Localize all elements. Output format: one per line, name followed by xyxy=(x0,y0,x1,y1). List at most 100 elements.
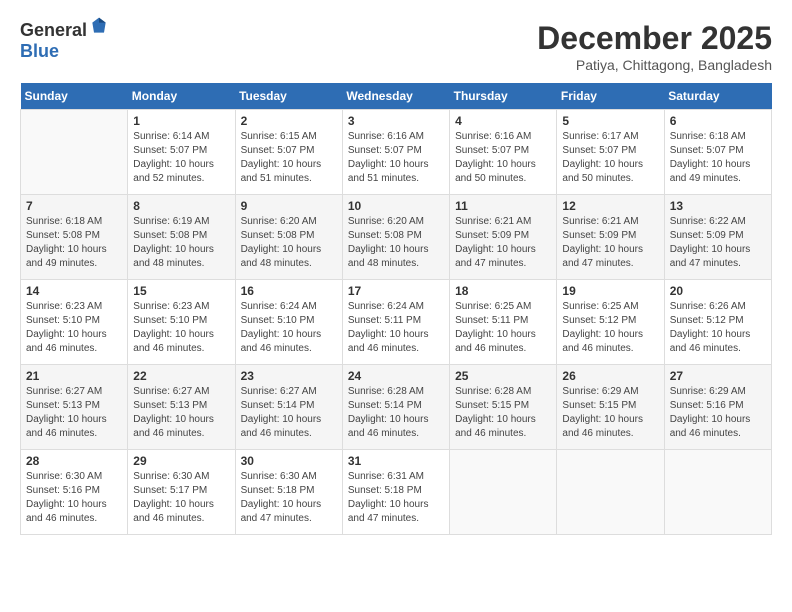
calendar-cell: 6 Sunrise: 6:18 AMSunset: 5:07 PMDaylight… xyxy=(664,110,771,195)
day-info: Sunrise: 6:25 AMSunset: 5:12 PMDaylight:… xyxy=(562,300,658,356)
calendar-cell: 18 Sunrise: 6:25 AMSunset: 5:11 PMDayligh… xyxy=(450,280,557,365)
day-header-monday: Monday xyxy=(128,83,235,110)
week-row-2: 7 Sunrise: 6:18 AMSunset: 5:08 PMDaylight… xyxy=(21,195,772,280)
day-header-sunday: Sunday xyxy=(21,83,128,110)
logo-icon xyxy=(89,16,109,36)
calendar-cell: 28 Sunrise: 6:30 AMSunset: 5:16 PMDayligh… xyxy=(21,450,128,535)
calendar-cell: 3 Sunrise: 6:16 AMSunset: 5:07 PMDaylight… xyxy=(342,110,449,195)
calendar-cell: 8Sunrise: 6:19 AMSunset: 5:08 PMDaylight… xyxy=(128,195,235,280)
day-info: Sunrise: 6:24 AMSunset: 5:10 PMDaylight:… xyxy=(241,300,337,356)
header-row: SundayMondayTuesdayWednesdayThursdayFrid… xyxy=(21,83,772,110)
day-info: Sunrise: 6:21 AMSunset: 5:09 PMDaylight:… xyxy=(562,215,658,271)
logo: General Blue xyxy=(20,20,109,62)
month-title: December 2025 xyxy=(537,20,772,57)
day-info: Sunrise: 6:14 AMSunset: 5:07 PMDaylight:… xyxy=(133,130,229,186)
day-number: 20 xyxy=(670,284,766,298)
day-number: 30 xyxy=(241,454,337,468)
day-number: 22 xyxy=(133,369,229,383)
day-info: Sunrise: 6:30 AMSunset: 5:16 PMDaylight:… xyxy=(26,470,122,526)
day-number: 9 xyxy=(241,199,337,213)
header: General Blue December 2025 Patiya, Chitt… xyxy=(20,20,772,73)
title-section: December 2025 Patiya, Chittagong, Bangla… xyxy=(537,20,772,73)
day-info: Sunrise: 6:30 AMSunset: 5:18 PMDaylight:… xyxy=(241,470,337,526)
day-info: Sunrise: 6:27 AMSunset: 5:13 PMDaylight:… xyxy=(26,385,122,441)
day-info: Sunrise: 6:20 AMSunset: 5:08 PMDaylight:… xyxy=(241,215,337,271)
day-number: 18 xyxy=(455,284,551,298)
day-info: Sunrise: 6:31 AMSunset: 5:18 PMDaylight:… xyxy=(348,470,444,526)
day-number: 21 xyxy=(26,369,122,383)
calendar-cell: 29Sunrise: 6:30 AMSunset: 5:17 PMDayligh… xyxy=(128,450,235,535)
day-header-friday: Friday xyxy=(557,83,664,110)
day-info: Sunrise: 6:27 AMSunset: 5:13 PMDaylight:… xyxy=(133,385,229,441)
day-number: 17 xyxy=(348,284,444,298)
day-info: Sunrise: 6:24 AMSunset: 5:11 PMDaylight:… xyxy=(348,300,444,356)
day-info: Sunrise: 6:16 AMSunset: 5:07 PMDaylight:… xyxy=(348,130,444,186)
calendar-cell: 25Sunrise: 6:28 AMSunset: 5:15 PMDayligh… xyxy=(450,365,557,450)
day-info: Sunrise: 6:16 AMSunset: 5:07 PMDaylight:… xyxy=(455,130,551,186)
day-info: Sunrise: 6:30 AMSunset: 5:17 PMDaylight:… xyxy=(133,470,229,526)
day-number: 25 xyxy=(455,369,551,383)
week-row-5: 28 Sunrise: 6:30 AMSunset: 5:16 PMDayligh… xyxy=(21,450,772,535)
day-info: Sunrise: 6:21 AMSunset: 5:09 PMDaylight:… xyxy=(455,215,551,271)
location-subtitle: Patiya, Chittagong, Bangladesh xyxy=(537,57,772,73)
day-number: 6 xyxy=(670,114,766,128)
week-row-1: 1 Sunrise: 6:14 AMSunset: 5:07 PMDaylight… xyxy=(21,110,772,195)
day-info: Sunrise: 6:28 AMSunset: 5:14 PMDaylight:… xyxy=(348,385,444,441)
day-header-wednesday: Wednesday xyxy=(342,83,449,110)
day-info: Sunrise: 6:29 AMSunset: 5:16 PMDaylight:… xyxy=(670,385,766,441)
day-info: Sunrise: 6:18 AMSunset: 5:07 PMDaylight:… xyxy=(670,130,766,186)
day-number: 4 xyxy=(455,114,551,128)
calendar-cell: 23 Sunrise: 6:27 AMSunset: 5:14 PMDayligh… xyxy=(235,365,342,450)
logo-general: General xyxy=(20,20,87,40)
calendar-cell: 1 Sunrise: 6:14 AMSunset: 5:07 PMDaylight… xyxy=(128,110,235,195)
calendar-cell: 19Sunrise: 6:25 AMSunset: 5:12 PMDayligh… xyxy=(557,280,664,365)
day-number: 31 xyxy=(348,454,444,468)
day-number: 27 xyxy=(670,369,766,383)
day-number: 24 xyxy=(348,369,444,383)
calendar-cell: 14Sunrise: 6:23 AMSunset: 5:10 PMDayligh… xyxy=(21,280,128,365)
day-number: 1 xyxy=(133,114,229,128)
day-number: 10 xyxy=(348,199,444,213)
day-number: 7 xyxy=(26,199,122,213)
logo-text: General Blue xyxy=(20,20,109,62)
calendar-cell: 10Sunrise: 6:20 AMSunset: 5:08 PMDayligh… xyxy=(342,195,449,280)
calendar-cell xyxy=(664,450,771,535)
calendar-cell: 12Sunrise: 6:21 AMSunset: 5:09 PMDayligh… xyxy=(557,195,664,280)
calendar-cell: 31 Sunrise: 6:31 AMSunset: 5:18 PMDayligh… xyxy=(342,450,449,535)
calendar-cell: 21 Sunrise: 6:27 AMSunset: 5:13 PMDayligh… xyxy=(21,365,128,450)
calendar-cell xyxy=(21,110,128,195)
calendar-cell: 9 Sunrise: 6:20 AMSunset: 5:08 PMDaylight… xyxy=(235,195,342,280)
logo-blue: Blue xyxy=(20,41,59,61)
day-info: Sunrise: 6:27 AMSunset: 5:14 PMDaylight:… xyxy=(241,385,337,441)
day-info: Sunrise: 6:15 AMSunset: 5:07 PMDaylight:… xyxy=(241,130,337,186)
calendar-cell: 17 Sunrise: 6:24 AMSunset: 5:11 PMDayligh… xyxy=(342,280,449,365)
day-header-tuesday: Tuesday xyxy=(235,83,342,110)
calendar-cell: 13Sunrise: 6:22 AMSunset: 5:09 PMDayligh… xyxy=(664,195,771,280)
calendar-cell: 26Sunrise: 6:29 AMSunset: 5:15 PMDayligh… xyxy=(557,365,664,450)
calendar-cell xyxy=(557,450,664,535)
calendar-cell: 4 Sunrise: 6:16 AMSunset: 5:07 PMDaylight… xyxy=(450,110,557,195)
calendar-cell: 27 Sunrise: 6:29 AMSunset: 5:16 PMDayligh… xyxy=(664,365,771,450)
week-row-3: 14Sunrise: 6:23 AMSunset: 5:10 PMDayligh… xyxy=(21,280,772,365)
day-info: Sunrise: 6:26 AMSunset: 5:12 PMDaylight:… xyxy=(670,300,766,356)
day-info: Sunrise: 6:18 AMSunset: 5:08 PMDaylight:… xyxy=(26,215,122,271)
day-number: 13 xyxy=(670,199,766,213)
day-info: Sunrise: 6:17 AMSunset: 5:07 PMDaylight:… xyxy=(562,130,658,186)
day-info: Sunrise: 6:29 AMSunset: 5:15 PMDaylight:… xyxy=(562,385,658,441)
day-number: 8 xyxy=(133,199,229,213)
calendar-cell: 15Sunrise: 6:23 AMSunset: 5:10 PMDayligh… xyxy=(128,280,235,365)
calendar-cell: 7 Sunrise: 6:18 AMSunset: 5:08 PMDaylight… xyxy=(21,195,128,280)
day-header-saturday: Saturday xyxy=(664,83,771,110)
day-number: 16 xyxy=(241,284,337,298)
calendar-cell: 2Sunrise: 6:15 AMSunset: 5:07 PMDaylight… xyxy=(235,110,342,195)
day-number: 3 xyxy=(348,114,444,128)
calendar-cell: 5 Sunrise: 6:17 AMSunset: 5:07 PMDaylight… xyxy=(557,110,664,195)
day-number: 23 xyxy=(241,369,337,383)
day-number: 28 xyxy=(26,454,122,468)
day-header-thursday: Thursday xyxy=(450,83,557,110)
day-number: 5 xyxy=(562,114,658,128)
calendar-cell: 22 Sunrise: 6:27 AMSunset: 5:13 PMDayligh… xyxy=(128,365,235,450)
week-row-4: 21 Sunrise: 6:27 AMSunset: 5:13 PMDayligh… xyxy=(21,365,772,450)
calendar-cell: 24 Sunrise: 6:28 AMSunset: 5:14 PMDayligh… xyxy=(342,365,449,450)
day-info: Sunrise: 6:25 AMSunset: 5:11 PMDaylight:… xyxy=(455,300,551,356)
